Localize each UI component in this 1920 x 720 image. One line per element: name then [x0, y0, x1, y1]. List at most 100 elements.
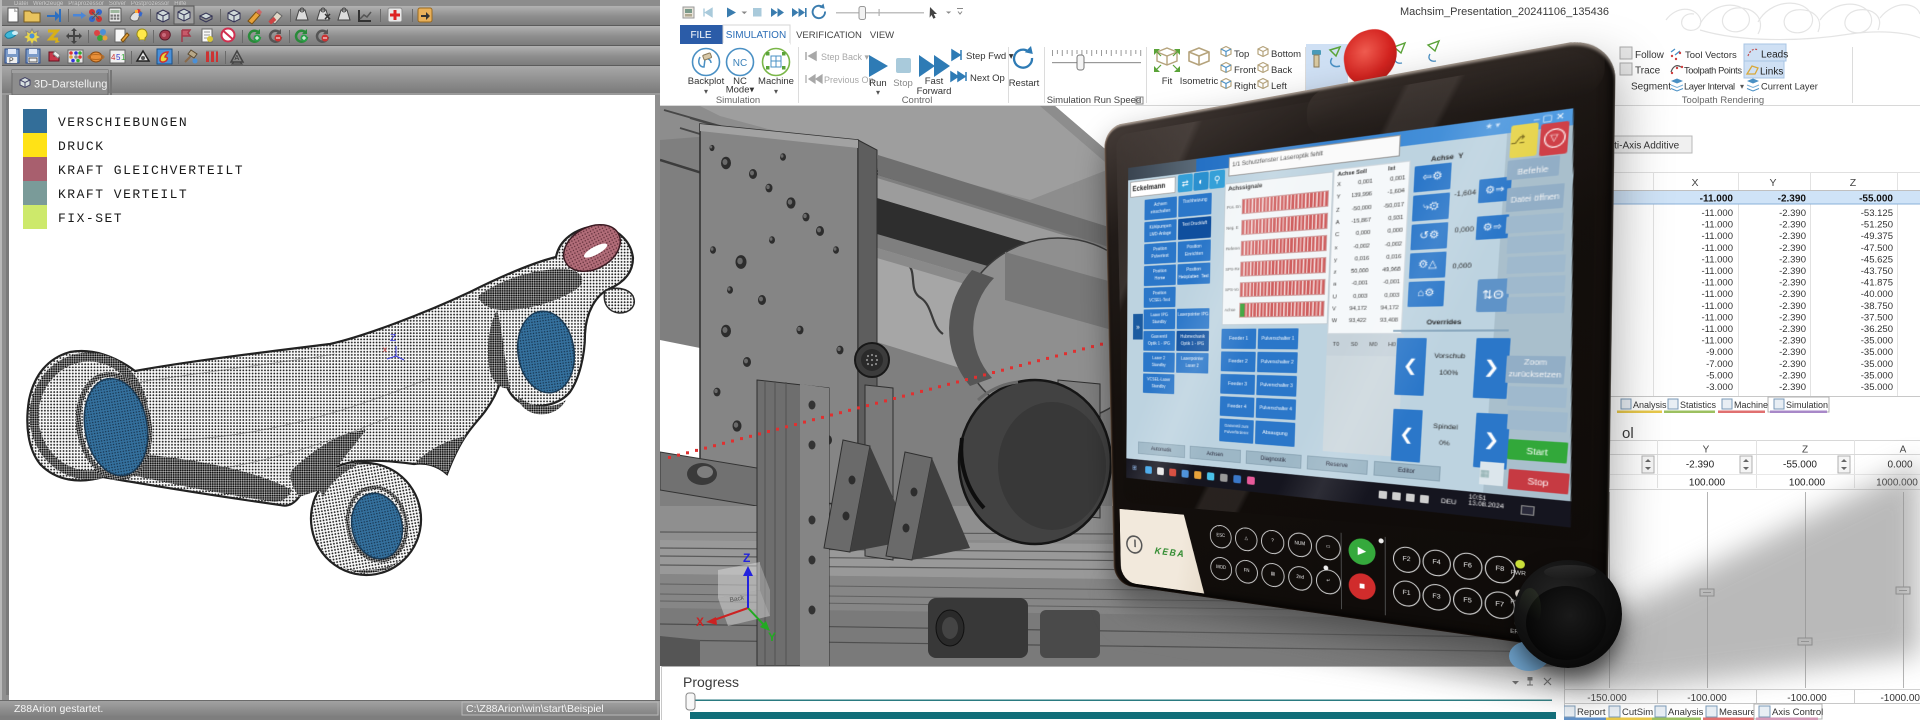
svg-text:Fit: Fit: [1162, 76, 1173, 87]
svg-text:-35.000: -35.000: [1861, 336, 1893, 347]
svg-text:-2.390: -2.390: [1686, 460, 1715, 471]
svg-text:Left: Left: [1271, 81, 1287, 92]
svg-text:Machine: Machine: [758, 76, 794, 87]
svg-text:Progress: Progress: [683, 674, 739, 690]
svg-text:-2.390: -2.390: [1779, 312, 1806, 323]
svg-text:FILE: FILE: [690, 30, 711, 41]
svg-text:-11.000: -11.000: [1701, 220, 1733, 231]
svg-text:-11.000: -11.000: [1701, 289, 1733, 300]
svg-text:-2.390: -2.390: [1779, 254, 1806, 265]
svg-text:▾: ▾: [1740, 82, 1744, 91]
svg-text:NC: NC: [733, 58, 747, 69]
svg-text:-41.875: -41.875: [1861, 278, 1893, 289]
svg-text:-2.390: -2.390: [1779, 336, 1806, 347]
svg-text:VERIFICATION: VERIFICATION: [796, 30, 862, 41]
svg-text:Z: Z: [1850, 177, 1857, 189]
svg-text:100.000: 100.000: [1689, 478, 1726, 489]
svg-text:DRUCK: DRUCK: [58, 139, 105, 154]
svg-text:Isometric: Isometric: [1180, 76, 1219, 87]
svg-text:ol: ol: [1622, 425, 1634, 442]
svg-text:▾: ▾: [876, 88, 880, 97]
svg-text:-55.000: -55.000: [1783, 460, 1817, 471]
svg-text:Simulation: Simulation: [716, 95, 760, 106]
svg-text:-45.625: -45.625: [1861, 254, 1893, 265]
svg-text:-35.000: -35.000: [1861, 370, 1893, 381]
svg-text:-11.000: -11.000: [1701, 208, 1733, 219]
svg-text:1000.000: 1000.000: [1876, 478, 1918, 489]
svg-text:Report: Report: [1577, 707, 1606, 718]
svg-text:Simulation Run Speed: Simulation Run Speed: [1047, 95, 1142, 106]
svg-text:-11.000: -11.000: [1701, 254, 1733, 265]
svg-text:-55.000: -55.000: [1859, 194, 1893, 205]
svg-text:Y: Y: [1769, 177, 1776, 189]
svg-text:-11.000: -11.000: [1701, 266, 1733, 277]
svg-text:Back: Back: [1271, 65, 1292, 76]
svg-text:-49.375: -49.375: [1861, 231, 1893, 242]
svg-text:X: X: [1691, 177, 1698, 189]
svg-text:Mode▾: Mode▾: [726, 85, 755, 96]
svg-text:-2.390: -2.390: [1779, 208, 1806, 219]
svg-text:Z: Z: [1802, 445, 1808, 456]
svg-text:Top: Top: [1234, 49, 1249, 60]
svg-text:-5.000: -5.000: [1706, 370, 1733, 381]
svg-text:Z: Z: [743, 551, 750, 565]
svg-text:Machsim_Presentation_20241106_: Machsim_Presentation_20241106_135436: [1400, 6, 1609, 18]
svg-text:Tool Vectors: Tool Vectors: [1685, 50, 1737, 61]
svg-text:-51.250: -51.250: [1861, 220, 1893, 231]
svg-text:-2.390: -2.390: [1779, 324, 1806, 335]
svg-text:-2.390: -2.390: [1779, 370, 1806, 381]
svg-text:Bottom: Bottom: [1271, 49, 1301, 60]
svg-text:-35.000: -35.000: [1861, 347, 1893, 358]
svg-text:KRAFT GLEICHVERTEILT: KRAFT GLEICHVERTEILT: [58, 163, 244, 178]
svg-text:-2.390: -2.390: [1779, 347, 1806, 358]
svg-text:Machine: Machine: [1734, 400, 1768, 410]
svg-text:-11.000: -11.000: [1701, 336, 1733, 347]
svg-text:Links: Links: [1760, 67, 1783, 78]
svg-text:-40.000: -40.000: [1861, 289, 1893, 300]
svg-text:Axis Control: Axis Control: [1772, 707, 1823, 718]
svg-text:Stop: Stop: [893, 78, 913, 89]
svg-text:Statistics: Statistics: [1680, 400, 1717, 410]
svg-text:Y: Y: [768, 630, 776, 644]
svg-text:Current Layer: Current Layer: [1761, 82, 1818, 92]
svg-text:FIX-SET: FIX-SET: [58, 211, 123, 226]
svg-text:-35.000: -35.000: [1861, 359, 1893, 370]
svg-text:Segment: Segment: [1631, 82, 1671, 93]
svg-text:-2.390: -2.390: [1779, 231, 1806, 242]
svg-text:Z: Z: [390, 333, 396, 344]
svg-text:▾: ▾: [704, 87, 708, 96]
svg-text:-7.000: -7.000: [1706, 359, 1733, 370]
svg-text:x: x: [383, 345, 387, 354]
svg-text:-2.390: -2.390: [1779, 359, 1806, 370]
svg-text:Toolpath Rendering: Toolpath Rendering: [1682, 95, 1764, 106]
svg-text:-9.000: -9.000: [1706, 347, 1733, 358]
svg-text:-36.250: -36.250: [1861, 324, 1893, 335]
svg-text:SIMULATION: SIMULATION: [726, 30, 786, 41]
svg-text:-2.390: -2.390: [1779, 266, 1806, 277]
svg-text:Analysis: Analysis: [1633, 400, 1667, 410]
svg-text:-47.500: -47.500: [1861, 243, 1893, 254]
svg-text:Step Fwd ▾: Step Fwd ▾: [966, 51, 1014, 62]
svg-text:CutSim: CutSim: [1622, 707, 1653, 718]
svg-text:Y: Y: [1703, 445, 1710, 456]
svg-text:Front: Front: [1234, 65, 1257, 76]
svg-text:-2.390: -2.390: [1779, 243, 1806, 254]
svg-text:-11.000: -11.000: [1701, 312, 1733, 323]
svg-text:-2.390: -2.390: [1779, 382, 1806, 393]
svg-text:Next Op: Next Op: [970, 73, 1005, 84]
svg-text:Previous Op: Previous Op: [824, 75, 874, 85]
svg-text:-100.000: -100.000: [1787, 693, 1827, 704]
svg-text:Trace: Trace: [1635, 66, 1661, 77]
svg-text:-37.500: -37.500: [1861, 312, 1893, 323]
svg-text:-11.000: -11.000: [1701, 243, 1733, 254]
svg-text:-11.000: -11.000: [1701, 324, 1733, 335]
svg-text:-2.390: -2.390: [1779, 220, 1806, 231]
svg-text:A: A: [1900, 445, 1907, 456]
svg-text:0.000: 0.000: [1887, 460, 1912, 471]
svg-text:Step Back ▾: Step Back ▾: [821, 52, 870, 62]
svg-text:Toolpath Points: Toolpath Points: [1684, 66, 1742, 76]
svg-text:-2.390: -2.390: [1779, 289, 1806, 300]
svg-text:-150.000: -150.000: [1587, 693, 1627, 704]
svg-text:-53.125: -53.125: [1861, 208, 1893, 219]
svg-text:-35.000: -35.000: [1861, 382, 1893, 393]
